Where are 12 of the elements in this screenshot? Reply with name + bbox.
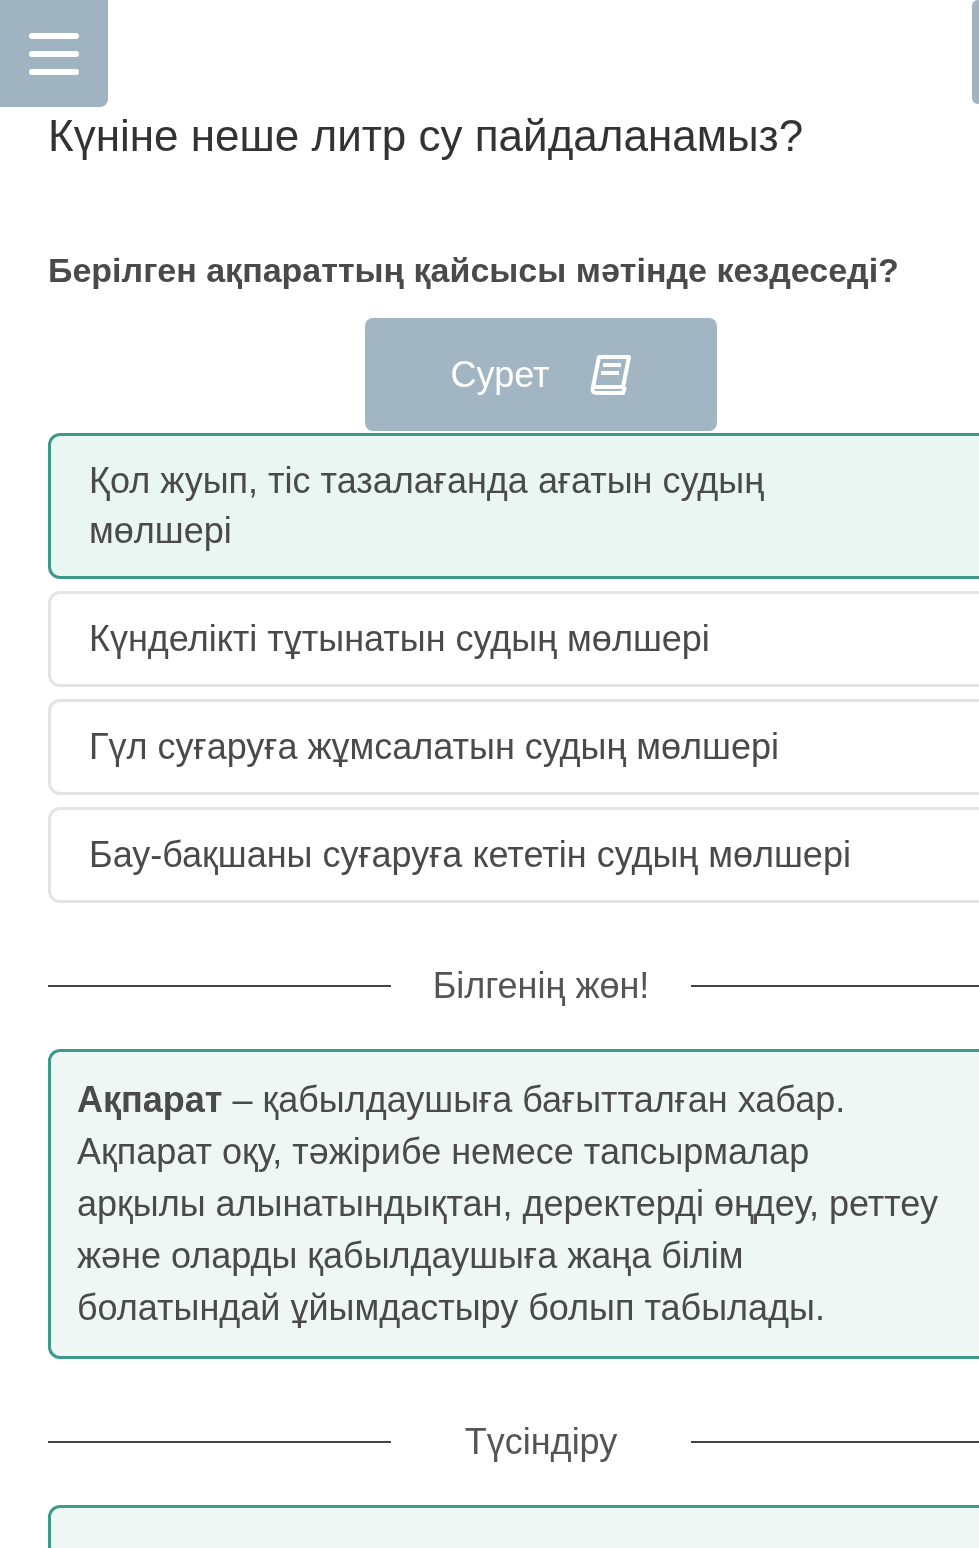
menu-icon [29, 32, 79, 75]
book-icon [589, 354, 632, 395]
section-heading: Түсіндіру [463, 1420, 619, 1464]
answer-option[interactable]: Күнделікті тұтынатын судың мөлшері [48, 591, 979, 687]
page-title: Күніне неше литр су пайдаланамыз? [48, 110, 805, 162]
question-text: Берілген ақпараттың қайсысы мәтінде кездеседі? [48, 250, 900, 291]
answer-option[interactable]: Қол жуып, тіс тазалағанда ағатын судың мөлшері [48, 433, 979, 579]
answer-option[interactable]: Гүл суғаруға жұмсалатын судың мөлшері [48, 699, 979, 795]
menu-button[interactable] [0, 0, 108, 107]
answer-option[interactable]: Бау-бақшаны суғаруға кететін судың мөлшері [48, 807, 979, 903]
info-text: Ақпарат – қабылдаушыға бағытталған хабар. Ақпарат оқу, тәжірибе немесе тапсырмалар арқылы алынатындықтан, деректерді өңдеу, реттеу және оларды қабылдаушыға жаңа білім болатындай ұйымдастыру болып табылады. [77, 1078, 939, 1330]
section-heading: Білгенің жөн! [431, 964, 651, 1008]
